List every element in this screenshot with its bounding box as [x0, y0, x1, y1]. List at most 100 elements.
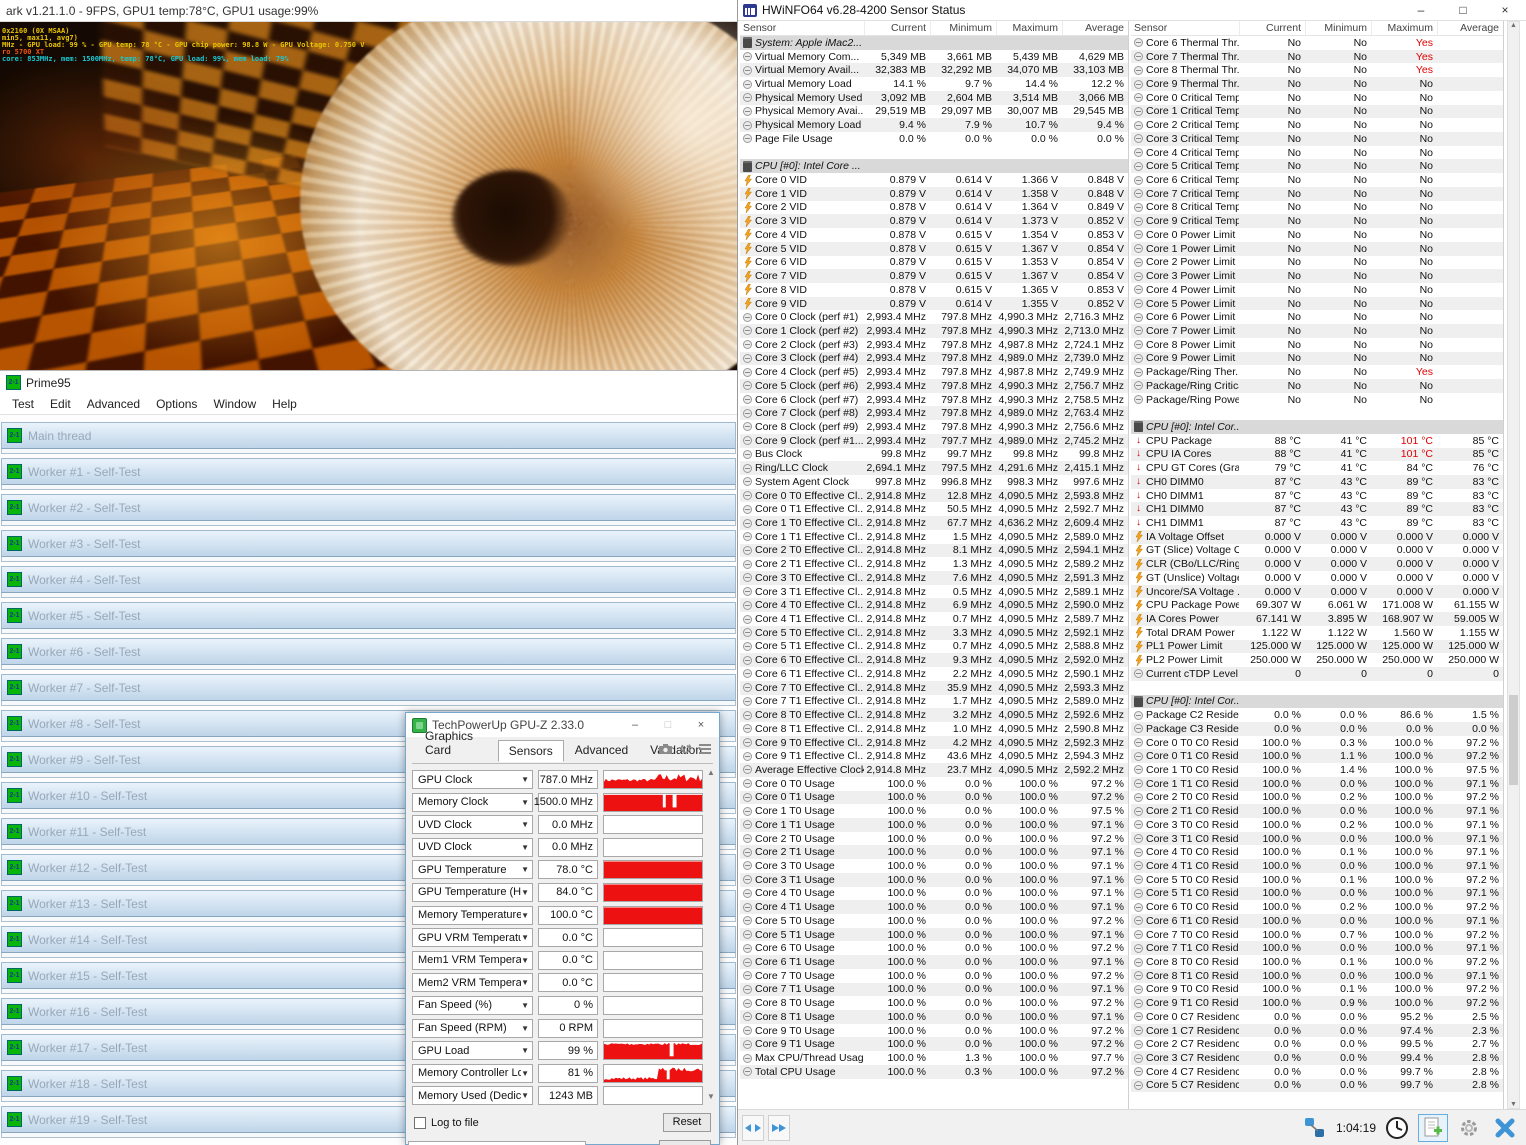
sensor-row[interactable]: Core 6 T0 Effective Cl... 2,914.8 MHz 9.3 … [740, 653, 1128, 668]
sensor-select[interactable]: Memory Clock ▼ [412, 792, 533, 812]
sensor-row[interactable]: Core 6 T0 Usage 100.0 % 0.0 % 100.0 % 97.2 % [740, 941, 1128, 955]
sensor-row[interactable]: Core 1 T0 Usage 100.0 % 0.0 % 100.0 % 97.5 % [740, 804, 1128, 818]
sensor-row[interactable]: Ring/LLC Clock 2,694.1 MHz 797.5 MHz 4,291.… [740, 461, 1128, 475]
maximize-button[interactable]: □ [1442, 0, 1484, 20]
sensor-row[interactable]: Core 8 T0 C0 Reside... 100.0 % 0.1 % 100.0 … [1131, 955, 1503, 969]
sensor-row[interactable]: Core 2 T0 Usage 100.0 % 0.0 % 100.0 % 97.2 % [740, 832, 1128, 846]
sensor-row[interactable]: Package/Ring Ther... No No Yes [1131, 365, 1503, 379]
sensor-row[interactable]: Total DRAM Power 1.122 W 1.122 W 1.560 W 1.1… [1131, 626, 1503, 640]
sensor-row[interactable]: Core 8 T0 Effective Cl... 2,914.8 MHz 3.2 … [740, 708, 1128, 722]
sensor-row[interactable]: Core 0 T1 C0 Reside... 100.0 % 1.1 % 100.0 … [1131, 749, 1503, 764]
sensor-row[interactable]: Core 8 T0 Usage 100.0 % 0.0 % 100.0 % 97.2 % [740, 996, 1128, 1010]
sensor-row[interactable]: GT (Slice) Voltage O... 0.000 V 0.000 V 0.0… [1131, 544, 1503, 558]
sensor-row[interactable]: Core 0 T0 Usage 100.0 % 0.0 % 100.0 % 97.2 % [740, 777, 1128, 791]
sensor-row[interactable]: Core 9 T1 C0 Reside... 100.0 % 0.9 % 100.0 … [1131, 996, 1503, 1011]
hwinfo-scrollbar[interactable]: ▲ ▼ [1507, 21, 1520, 1109]
sensor-row[interactable]: Core 9 T0 C0 Reside... 100.0 % 0.1 % 100.0 … [1131, 983, 1503, 997]
sensor-row[interactable]: Core 2 VID 0.878 V 0.614 V 1.364 V 0.849 V [740, 201, 1128, 215]
sensor-select[interactable]: GPU Temperature (Hot Spot)▼ [412, 882, 533, 902]
sensor-row[interactable]: Core 2 Power Limit ... No No No [1131, 256, 1503, 270]
sensor-row[interactable]: Core 9 Clock (perf #1... 2,993.4 MHz 797.7… [740, 433, 1128, 448]
sensor-row[interactable]: Core 9 T0 Effective Cl... 2,914.8 MHz 4.2 … [740, 735, 1128, 750]
sensor-row[interactable]: PL1 Power Limit 125.000 W 125.000 W 125.000… [1131, 639, 1503, 654]
sensor-row[interactable]: Core 9 T0 Usage 100.0 % 0.0 % 100.0 % 97.2 % [740, 1024, 1128, 1038]
sensor-row[interactable]: Bus Clock 99.8 MHz 99.7 MHz 99.8 MHz 99.8 MH… [740, 448, 1128, 462]
sensor-row[interactable]: PL2 Power Limit 250.000 W 250.000 W 250.000… [1131, 653, 1503, 667]
scroll-up-icon[interactable]: ▲ [707, 768, 715, 777]
sensor-select[interactable]: Fan Speed (%) ▼ [412, 995, 533, 1015]
sensor-row[interactable]: Core 4 T1 Effective Cl... 2,914.8 MHz 0.7 … [740, 612, 1128, 626]
close-icon[interactable]: × [687, 716, 715, 734]
refresh-icon[interactable] [680, 743, 691, 754]
sensor-row[interactable]: Core 5 T0 Usage 100.0 % 0.0 % 100.0 % 97.2 % [740, 914, 1128, 928]
sensor-row[interactable]: Core 5 T1 C0 Reside... 100.0 % 0.0 % 100.0 … [1131, 886, 1503, 901]
sensor-select[interactable]: UVD Clock ▼ [412, 815, 533, 835]
sensor-row[interactable]: Core 1 C7 Residency 0.0 % 0.0 % 97.4 % 2.3 % [1131, 1023, 1503, 1038]
sensor-row[interactable]: Core 4 C7 Residency 0.0 % 0.0 % 99.7 % 2.8 % [1131, 1065, 1503, 1079]
column-header-minimum[interactable]: Minimum [1305, 21, 1371, 35]
sensor-row[interactable]: Virtual Memory Com... 5,349 MB 3,661 MB 5,4… [740, 50, 1128, 64]
sensor-row[interactable]: Core 3 T1 Effective Cl... 2,914.8 MHz 0.5 … [740, 585, 1128, 599]
sensor-row[interactable]: Total CPU Usage 100.0 % 0.3 % 100.0 % 97.2 % [740, 1064, 1128, 1079]
sensor-row[interactable]: Core 3 Clock (perf #4) 2,993.4 MHz 797.8 M… [740, 351, 1128, 366]
sensor-row[interactable]: Core 8 Clock (perf #9) 2,993.4 MHz 797.8 M… [740, 420, 1128, 434]
sensor-select[interactable]: Memory Controller Load▼ [412, 1063, 533, 1083]
column-header-current[interactable]: Current [864, 21, 930, 35]
sensor-row[interactable]: IA Voltage Offset 0.000 V 0.000 V 0.000 V 0.… [1131, 529, 1503, 544]
sensor-row[interactable]: Core 0 Power Limit ... No No No [1131, 228, 1503, 242]
sensor-row[interactable]: Core 4 VID 0.878 V 0.615 V 1.354 V 0.853 V [740, 228, 1128, 242]
sensor-select[interactable]: GPU VRM Temperature▼ [412, 928, 533, 948]
report-icon[interactable] [1418, 1113, 1448, 1142]
exit-icon[interactable] [1490, 1114, 1520, 1142]
sensor-row[interactable]: Core 9 VID 0.879 V 0.614 V 1.355 V 0.852 V [740, 296, 1128, 311]
column-header-sensor[interactable]: Sensor [740, 22, 864, 34]
sensor-section-row[interactable]: CPU [#0]: Intel Core ... [740, 159, 1128, 174]
sensor-row[interactable]: Core 0 T1 Effective Cl... 2,914.8 MHz 50.5… [740, 502, 1128, 516]
worker-titlebar[interactable]: 2-1 Main thread [1, 422, 736, 449]
worker-titlebar[interactable]: 2-1 Worker #1 - Self-Test [1, 458, 736, 485]
sensor-row[interactable]: Core 2 T0 C0 Reside... 100.0 % 0.2 % 100.0 … [1131, 791, 1503, 805]
clock-icon[interactable] [1382, 1114, 1412, 1142]
menu-item-window[interactable]: Window [205, 395, 264, 413]
sensor-select[interactable]: Memory Used (Dedicated)▼ [412, 1086, 533, 1106]
sensor-row[interactable]: Core 6 Clock (perf #7) 2,993.4 MHz 797.8 M… [740, 393, 1128, 407]
sensor-row[interactable]: Core 6 Critical Temp... No No No [1131, 173, 1503, 187]
sensor-row[interactable]: ↓ CH1 DIMM1 87 °C 43 °C 89 °C 83 °C [1131, 516, 1503, 530]
sensor-row[interactable]: Core 1 Clock (perf #2) 2,993.4 MHz 797.8 M… [740, 324, 1128, 338]
close-button[interactable]: Close [659, 1140, 711, 1145]
column-header-sensor[interactable]: Sensor [1131, 22, 1239, 34]
sensor-select[interactable]: Mem2 VRM Temperature▼ [412, 973, 533, 993]
sensor-row[interactable]: Core 3 T0 Usage 100.0 % 0.0 % 100.0 % 97.1 % [740, 859, 1128, 873]
sensor-row[interactable]: Core 6 T0 C0 Reside... 100.0 % 0.2 % 100.0 … [1131, 900, 1503, 914]
sensor-row[interactable]: Core 3 T1 Usage 100.0 % 0.0 % 100.0 % 97.1 % [740, 872, 1128, 887]
sensor-row[interactable]: Core 8 Power Limit ... No No No [1131, 338, 1503, 352]
column-header-average[interactable]: Average [1437, 21, 1503, 35]
sensor-row[interactable]: Physical Memory Avai... 29,519 MB 29,097 M… [740, 105, 1128, 119]
sensor-row[interactable]: Virtual Memory Load 14.1 % 9.7 % 14.4 % 12.2… [740, 77, 1128, 91]
sensor-row[interactable]: Core 4 T0 Effective Cl... 2,914.8 MHz 6.9 … [740, 598, 1128, 613]
sensor-row[interactable]: Package C3 Residency 0.0 % 0.0 % 0.0 % 0.0 % [1131, 721, 1503, 736]
sensor-row[interactable]: Core 2 T1 Effective Cl... 2,914.8 MHz 1.3 … [740, 557, 1128, 571]
sensor-select[interactable]: Fan Speed (RPM) ▼ [412, 1018, 533, 1038]
menu-item-options[interactable]: Options [148, 395, 205, 413]
sensor-select[interactable]: GPU Clock ▼ [412, 770, 533, 789]
sensor-row[interactable]: Core 3 T0 Effective Cl... 2,914.8 MHz 7.6 … [740, 571, 1128, 585]
prime95-titlebar[interactable]: 2-1 Prime95 [0, 371, 737, 394]
sensor-row[interactable]: Physical Memory Used 3,092 MB 2,604 MB 3,51… [740, 90, 1128, 105]
sensor-row[interactable]: Core 0 Clock (perf #1) 2,993.4 MHz 797.8 M… [740, 310, 1128, 324]
worker-titlebar[interactable]: 2-1 Worker #6 - Self-Test [1, 638, 736, 665]
sensor-row[interactable]: Core 7 Power Limit ... No No No [1131, 324, 1503, 338]
sensor-row[interactable]: Core 3 Power Limit ... No No No [1131, 269, 1503, 283]
sensor-row[interactable]: Core 5 VID 0.878 V 0.615 V 1.367 V 0.854 V [740, 241, 1128, 256]
sensor-row[interactable]: Core 1 T1 Effective Cl... 2,914.8 MHz 1.5 … [740, 530, 1128, 544]
sensor-row[interactable]: Core 3 C7 Residency 0.0 % 0.0 % 99.4 % 2.8 % [1131, 1051, 1503, 1065]
sensor-row[interactable]: Core 7 Clock (perf #8) 2,993.4 MHz 797.8 M… [740, 406, 1128, 421]
sensor-row[interactable]: Core 5 Critical Temp... No No No [1131, 159, 1503, 174]
column-header-minimum[interactable]: Minimum [930, 21, 996, 35]
sensor-row[interactable]: Core 3 Critical Temp... No No No [1131, 132, 1503, 146]
sensor-row[interactable]: Core 2 T1 C0 Reside... 100.0 % 0.0 % 100.0 … [1131, 804, 1503, 818]
sensor-row[interactable]: Core 3 T0 C0 Reside... 100.0 % 0.2 % 100.0 … [1131, 818, 1503, 832]
sensor-row[interactable]: Page File Usage 0.0 % 0.0 % 0.0 % 0.0 % [740, 132, 1128, 146]
sensor-row[interactable]: Core 0 T0 C0 Reside... 100.0 % 0.3 % 100.0 … [1131, 736, 1503, 750]
sensor-row[interactable]: Core 5 Clock (perf #6) 2,993.4 MHz 797.8 M… [740, 378, 1128, 393]
